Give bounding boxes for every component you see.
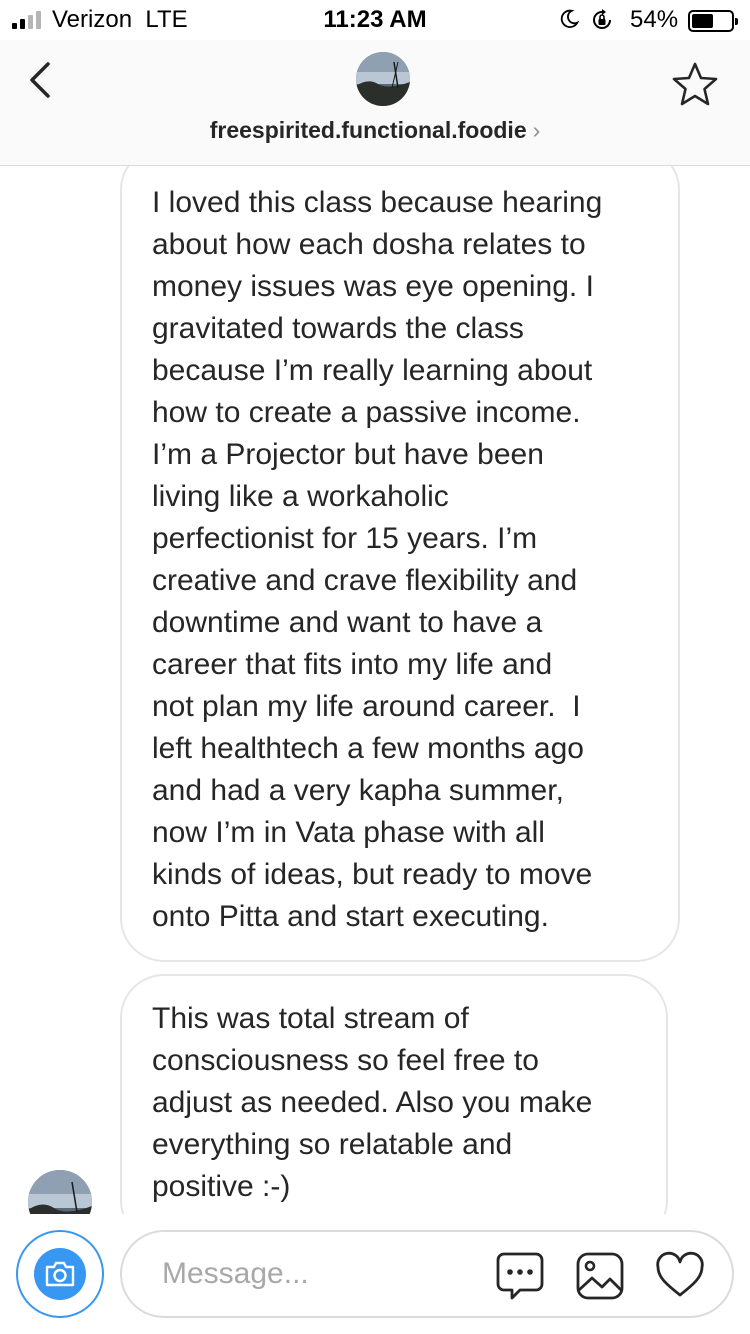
photo-gallery-icon[interactable]: [574, 1250, 626, 1302]
status-bar: Verizon LTE 11:23 AM 54%: [0, 0, 750, 40]
heart-icon[interactable]: [654, 1250, 706, 1302]
moon-icon: [560, 9, 580, 28]
orientation-lock-icon: [593, 9, 611, 29]
message-field: [120, 1230, 734, 1318]
camera-button[interactable]: [16, 1230, 104, 1318]
chevron-right-icon: ›: [532, 117, 541, 143]
message-input[interactable]: [162, 1254, 482, 1294]
profile-avatar[interactable]: [356, 52, 410, 106]
message-bubble[interactable]: I loved this class because hearing about…: [120, 166, 680, 962]
battery-fill: [692, 14, 713, 28]
message-composer: [0, 1228, 750, 1334]
username: freespirited.functional.foodie: [209, 117, 527, 143]
username-link[interactable]: freespirited.functional.foodie ›: [0, 117, 750, 144]
battery-percent: 54%: [630, 6, 679, 33]
back-arrow-icon[interactable]: [22, 58, 62, 102]
camera-icon: [45, 1261, 75, 1287]
conversation-header: freespirited.functional.foodie ›: [0, 40, 750, 166]
sender-avatar[interactable]: [28, 1170, 92, 1214]
message-bubble[interactable]: This was total stream of consciousness s…: [120, 974, 668, 1214]
star-icon[interactable]: [670, 60, 720, 110]
message-thread[interactable]: I loved this class because hearing about…: [0, 166, 750, 1214]
chat-bubble-icon[interactable]: [494, 1250, 546, 1302]
battery-icon: [688, 10, 738, 32]
